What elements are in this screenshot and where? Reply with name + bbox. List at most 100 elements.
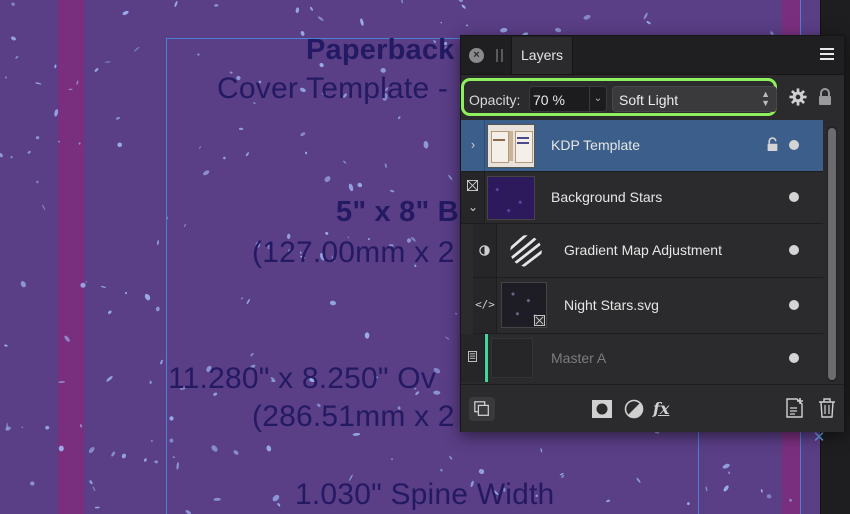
star-speck <box>583 14 591 20</box>
layer-name[interactable]: Master A <box>551 350 606 366</box>
arrange-icon[interactable] <box>469 397 495 421</box>
star-speck <box>789 498 793 502</box>
star-speck <box>466 24 469 27</box>
star-speck <box>766 494 772 499</box>
up-down-chevron-icon: ▲ ▼ <box>761 89 770 108</box>
mask-icon[interactable] <box>591 399 613 419</box>
master-page-thumbnail <box>491 338 533 378</box>
star-speck <box>343 160 347 164</box>
drag-grip-icon[interactable] <box>496 49 504 62</box>
close-icon[interactable]: × <box>469 48 484 63</box>
visibility-dot-icon[interactable] <box>789 140 799 150</box>
doc-trim-size: 5" x 8" B <box>336 196 459 228</box>
gear-icon[interactable] <box>789 88 807 106</box>
scrollbar-thumb[interactable] <box>828 128 836 380</box>
adjustment-icon[interactable] <box>624 399 644 419</box>
star-speck <box>384 163 387 168</box>
star-speck <box>199 146 201 149</box>
layer-row-kdp-template[interactable]: › KDP Template <box>461 120 823 172</box>
layer-row-background-stars[interactable]: ⌄ Background Stars <box>461 172 823 224</box>
star-speck <box>723 485 729 492</box>
visibility-dot-icon[interactable] <box>789 353 799 363</box>
fx-icon[interactable]: fx <box>653 399 675 419</box>
star-speck <box>203 170 210 176</box>
star-speck <box>461 4 466 9</box>
gradient-map-icon <box>510 235 542 267</box>
layer-name[interactable]: KDP Template <box>551 137 640 153</box>
visibility-dot-icon[interactable] <box>789 245 799 255</box>
star-speck <box>440 21 442 24</box>
star-speck <box>245 152 249 157</box>
star-speck <box>155 306 160 312</box>
hamburger-menu-icon[interactable] <box>820 48 834 61</box>
night-stars-thumbnail <box>501 282 547 328</box>
star-speck <box>94 68 99 72</box>
opacity-value: 70 % <box>533 92 565 108</box>
star-speck <box>58 380 66 384</box>
star-speck <box>80 282 86 288</box>
layer-row-master-a[interactable]: Master A <box>461 334 823 382</box>
tab-layers[interactable]: Layers <box>511 37 574 74</box>
star-speck <box>324 176 331 183</box>
layer-name[interactable]: Background Stars <box>551 189 662 205</box>
blend-mode-select[interactable]: Soft Light ▲ ▼ <box>612 86 777 112</box>
star-speck <box>100 285 107 288</box>
star-speck <box>21 426 24 428</box>
star-speck <box>85 281 88 283</box>
star-speck <box>184 223 186 227</box>
doc-spine-width: 1.030" Spine Width <box>295 478 555 511</box>
star-speck <box>68 88 73 91</box>
embedded-document-icon <box>534 315 545 326</box>
layer-row-night-stars[interactable]: </> Night Stars.svg <box>461 278 823 334</box>
star-speck <box>64 335 70 342</box>
layer-gutter: ⌄ <box>461 172 485 223</box>
lock-icon[interactable] <box>817 88 833 106</box>
layer-row-gradient-map[interactable]: Gradient Map Adjustment <box>461 224 823 278</box>
layer-list-scrollbar[interactable] <box>827 126 837 382</box>
star-speck <box>391 457 393 461</box>
layer-gutter <box>473 224 497 277</box>
star-speck <box>58 445 64 452</box>
chevron-down-icon[interactable]: ⌄ <box>589 87 606 111</box>
star-speck <box>722 463 730 469</box>
layer-name[interactable]: Gradient Map Adjustment <box>564 242 722 258</box>
star-speck <box>540 448 543 453</box>
star-speck <box>144 458 147 462</box>
visibility-dot-icon[interactable] <box>789 300 799 310</box>
star-speck <box>78 142 81 145</box>
blend-mode-value: Soft Light <box>619 92 679 108</box>
star-speck <box>185 510 192 514</box>
opacity-input[interactable]: 70 % ⌄ <box>529 86 607 112</box>
add-layer-icon[interactable] <box>785 397 805 419</box>
selection-handle-icon[interactable]: ✕ <box>812 430 826 445</box>
star-speck <box>144 293 151 301</box>
star-speck <box>728 471 731 475</box>
star-speck <box>157 240 159 246</box>
star-speck <box>305 151 308 155</box>
doc-overall-size-mm: (286.51mm x 2 <box>252 400 455 433</box>
chevron-right-icon[interactable]: › <box>467 137 479 152</box>
star-speck <box>154 460 159 464</box>
star-speck <box>223 156 226 160</box>
star-speck <box>478 469 485 474</box>
star-speck <box>88 446 95 454</box>
lock-icon[interactable] <box>766 137 779 152</box>
star-speck <box>317 16 324 21</box>
trash-icon[interactable] <box>818 397 836 419</box>
star-speck <box>4 76 8 79</box>
layer-name[interactable]: Night Stars.svg <box>564 297 659 313</box>
star-speck <box>150 440 153 442</box>
layer-list: › KDP Template ⌄ Background Stars Gradie… <box>461 120 823 382</box>
star-speck <box>445 336 450 340</box>
star-speck <box>348 183 354 192</box>
visibility-dot-icon[interactable] <box>789 192 799 202</box>
star-speck <box>250 352 254 357</box>
star-speck <box>272 494 280 502</box>
layers-panel: × Layers Opacity: 70 % ⌄ Soft Light ▲▼ <box>460 35 845 432</box>
star-speck <box>10 155 13 159</box>
chevron-down-icon[interactable]: ⌄ <box>467 200 479 214</box>
star-speck <box>121 453 127 459</box>
star-speck <box>606 499 611 503</box>
star-speck <box>106 375 113 382</box>
template-thumbnail <box>487 124 535 168</box>
